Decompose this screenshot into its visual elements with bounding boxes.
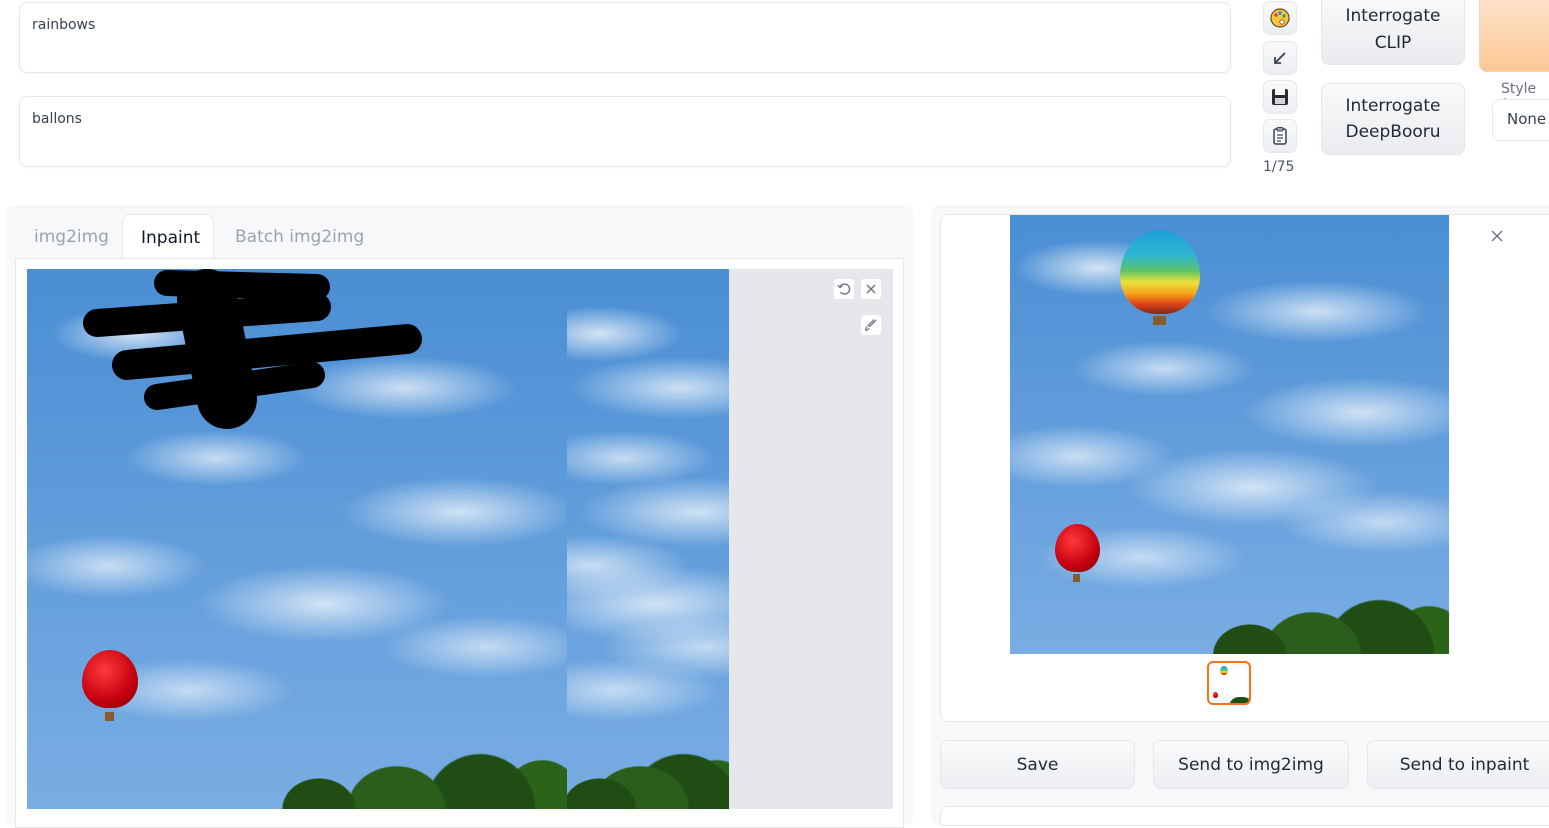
brush-button[interactable]	[860, 314, 882, 336]
rainbow-balloon	[1120, 230, 1200, 314]
positive-prompt-input[interactable]: rainbows	[19, 2, 1231, 73]
style-select[interactable]: None	[1492, 99, 1549, 141]
paste-button[interactable]	[1263, 119, 1297, 153]
undo-icon	[837, 283, 851, 295]
clipboard-icon	[1273, 127, 1287, 145]
info-panel	[940, 806, 1549, 826]
floppy-disk-icon	[1272, 89, 1288, 105]
negative-prompt-text: ballons	[32, 111, 82, 127]
interrogate-deepbooru-button[interactable]: Interrogate DeepBooru	[1321, 83, 1465, 155]
balloon-basket	[105, 712, 114, 721]
close-icon	[1491, 230, 1503, 242]
red-balloon	[82, 650, 138, 708]
save-style-button[interactable]	[1263, 80, 1297, 114]
tab-batch-img2img[interactable]: Batch img2img	[217, 215, 382, 259]
output-image[interactable]	[1010, 215, 1449, 654]
thumbnail-red-balloon	[1213, 692, 1218, 698]
positive-prompt-text: rainbows	[32, 17, 96, 33]
thumbnail-balloon	[1220, 666, 1228, 675]
undo-button[interactable]	[833, 278, 855, 300]
clear-canvas-button[interactable]	[860, 278, 882, 300]
rainbow-balloon-basket	[1153, 316, 1166, 325]
thumbnail-trees	[1229, 697, 1249, 703]
output-red-balloon	[1055, 524, 1100, 572]
tab-img2img[interactable]: img2img	[16, 215, 127, 259]
read-params-button[interactable]	[1263, 41, 1297, 75]
inpaint-image-overflow	[567, 269, 729, 809]
send-to-inpaint-button[interactable]: Send to inpaint	[1367, 740, 1549, 789]
negative-prompt-input[interactable]: ballons	[19, 96, 1231, 167]
output-trees	[1200, 555, 1449, 654]
generate-button[interactable]	[1479, 0, 1549, 72]
palette-button[interactable]	[1263, 1, 1297, 35]
send-to-img2img-button[interactable]: Send to img2img	[1153, 740, 1349, 789]
tab-inpaint[interactable]: Inpaint	[122, 214, 214, 260]
inpaint-image[interactable]	[27, 269, 567, 809]
gallery-close-button[interactable]	[1488, 227, 1506, 245]
trees-overflow	[567, 699, 729, 809]
brush-icon	[865, 319, 877, 332]
arrow-diagonal-icon	[1274, 52, 1286, 64]
save-button[interactable]: Save	[940, 740, 1135, 789]
inpaint-mask	[83, 269, 422, 429]
palette-icon	[1270, 8, 1290, 28]
style-select-value: None	[1507, 110, 1547, 128]
gallery-thumbnail[interactable]	[1207, 661, 1251, 705]
close-icon	[866, 284, 876, 294]
token-counter: 1/75	[1263, 159, 1295, 175]
interrogate-clip-button[interactable]: Interrogate CLIP	[1321, 0, 1465, 65]
output-red-balloon-basket	[1073, 574, 1080, 582]
trees	[257, 689, 567, 809]
